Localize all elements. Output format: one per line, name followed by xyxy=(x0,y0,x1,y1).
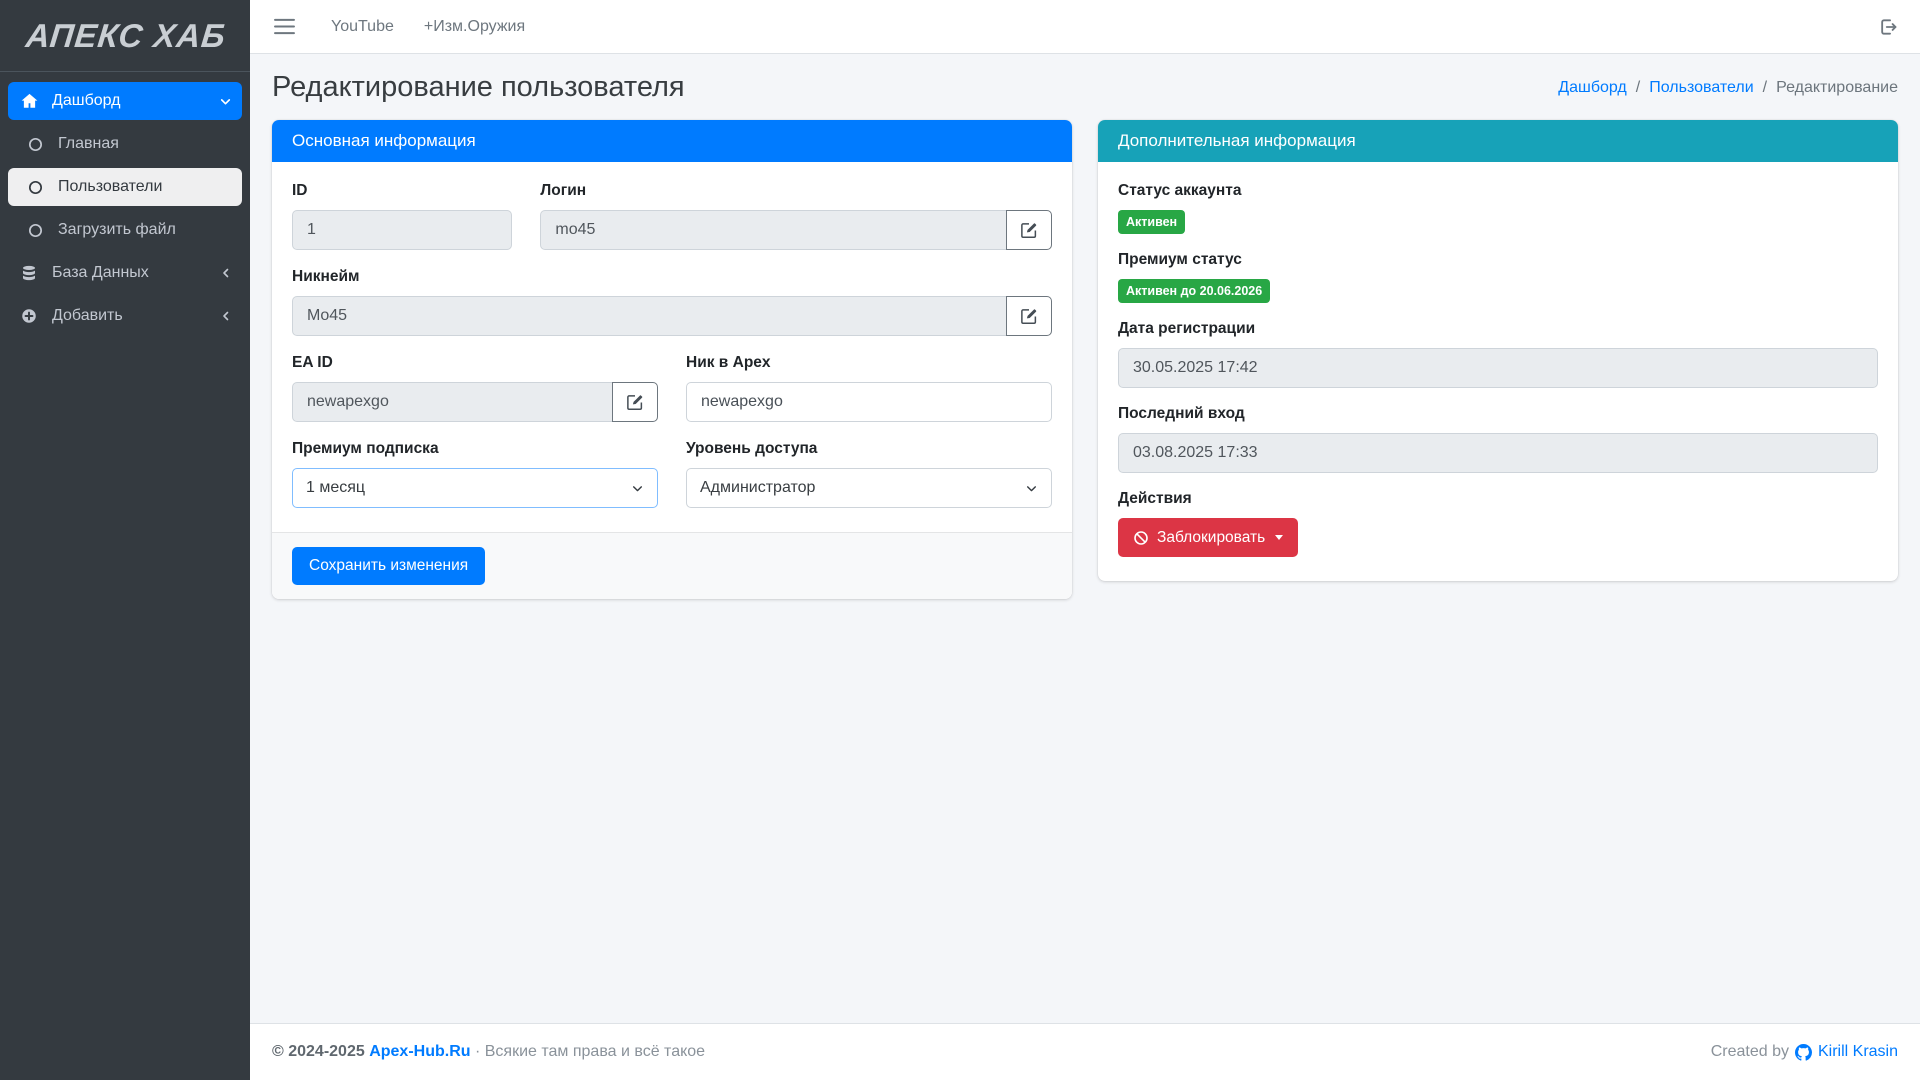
additional-info-card-header: Дополнительная информация xyxy=(1098,120,1898,162)
breadcrumb-dashboard[interactable]: Дашборд xyxy=(1558,79,1627,97)
sidebar-item-upload-file[interactable]: Загрузить файл xyxy=(8,211,242,249)
brand-logo: АПЕКС ХАБ xyxy=(24,16,228,54)
plus-circle-icon xyxy=(18,306,40,326)
edit-icon xyxy=(1021,223,1037,239)
registration-date-input xyxy=(1118,348,1878,388)
sidebar: АПЕКС ХАБ Дашборд Главная Пользователи З… xyxy=(0,0,250,1080)
block-user-button[interactable]: Заблокировать xyxy=(1118,518,1299,557)
sidebar-item-users[interactable]: Пользователи xyxy=(8,168,242,206)
sidebar-item-label: База Данных xyxy=(52,264,149,281)
account-status-badge: Активен xyxy=(1118,210,1186,234)
edit-nickname-button[interactable] xyxy=(1006,296,1052,336)
access-level-label: Уровень доступа xyxy=(686,440,818,457)
github-icon xyxy=(1794,1043,1812,1061)
circle-icon xyxy=(24,134,46,154)
premium-status-label: Премиум статус xyxy=(1118,251,1242,268)
top-navbar: YouTube +Изм.Оружия xyxy=(250,0,1920,54)
sidebar-item-dashboard[interactable]: Дашборд xyxy=(8,82,242,120)
site-link[interactable]: Apex-Hub.Ru xyxy=(369,1043,470,1060)
chevron-down-icon xyxy=(631,482,644,495)
nickname-input xyxy=(292,296,1007,336)
premium-subscription-select[interactable]: 1 месяц xyxy=(292,468,658,508)
main-info-card-footer: Сохранить изменения xyxy=(272,532,1072,599)
copyright-text: © 2024-2025 xyxy=(272,1043,365,1060)
edit-ea-id-button[interactable] xyxy=(612,382,658,422)
breadcrumb-separator: / xyxy=(1635,78,1641,96)
caret-down-icon xyxy=(1275,535,1284,540)
database-icon xyxy=(18,263,40,283)
edit-icon xyxy=(627,395,643,411)
navbar-link-youtube[interactable]: YouTube xyxy=(331,18,394,36)
premium-subscription-value: 1 месяц xyxy=(306,479,366,496)
page-title: Редактирование пользователя xyxy=(272,71,685,103)
save-button[interactable]: Сохранить изменения xyxy=(292,547,486,585)
footer-credits: Created by Kirill Krasin xyxy=(1711,1043,1898,1061)
ea-id-input xyxy=(292,382,613,422)
main-info-card-body: ID Логин xyxy=(272,162,1072,532)
block-user-label: Заблокировать xyxy=(1157,528,1266,546)
access-level-select[interactable]: Администратор xyxy=(686,468,1052,508)
ban-icon xyxy=(1133,530,1149,546)
id-label: ID xyxy=(292,182,308,199)
sidebar-item-main[interactable]: Главная xyxy=(8,125,242,163)
breadcrumb-current: Редактирование xyxy=(1776,78,1898,96)
sidebar-item-label: Главная xyxy=(58,135,119,152)
sidebar-item-label: Добавить xyxy=(52,307,123,324)
logout-icon[interactable] xyxy=(1874,13,1902,41)
main-info-card-header: Основная информация xyxy=(272,120,1072,162)
chevron-left-icon xyxy=(220,267,232,279)
brand-link[interactable]: АПЕКС ХАБ xyxy=(0,0,250,72)
menu-toggle-button[interactable] xyxy=(268,12,301,41)
breadcrumb-users[interactable]: Пользователи xyxy=(1649,79,1753,97)
home-icon xyxy=(18,91,40,111)
additional-info-card-body: Статус аккаунта Активен Премиум статус А… xyxy=(1098,162,1898,581)
footer-tagline: · Всякие там права и всё такое xyxy=(474,1043,706,1060)
circle-icon xyxy=(24,220,46,240)
last-login-label: Последний вход xyxy=(1118,405,1245,422)
content-header: Редактирование пользователя Дашборд / По… xyxy=(250,54,1920,114)
edit-login-button[interactable] xyxy=(1006,210,1052,250)
page-footer: © 2024-2025 Apex-Hub.Ru · Всякие там пра… xyxy=(250,1023,1920,1080)
chevron-down-icon xyxy=(1025,482,1038,495)
sidebar-item-label: Пользователи xyxy=(58,178,163,195)
circle-icon xyxy=(24,177,46,197)
edit-icon xyxy=(1021,309,1037,325)
registration-date-label: Дата регистрации xyxy=(1118,320,1256,337)
sidebar-item-label: Загрузить файл xyxy=(58,221,176,238)
apex-nick-label: Ник в Apex xyxy=(686,354,771,371)
author-link[interactable]: Kirill Krasin xyxy=(1818,1043,1898,1061)
sidebar-nav: Дашборд Главная Пользователи Загрузить ф… xyxy=(0,72,250,350)
app-window: АПЕКС ХАБ Дашборд Главная Пользователи З… xyxy=(0,0,1920,1080)
id-input xyxy=(292,210,513,250)
sidebar-item-add[interactable]: Добавить xyxy=(8,297,242,335)
login-label: Логин xyxy=(540,182,587,199)
main-info-card: Основная информация ID Логин xyxy=(272,120,1072,599)
chevron-down-icon xyxy=(219,95,232,108)
breadcrumb-separator: / xyxy=(1762,78,1768,96)
navbar-link-weapons[interactable]: +Изм.Оружия xyxy=(424,18,525,36)
content: Основная информация ID Логин xyxy=(250,114,1920,1023)
login-input xyxy=(540,210,1007,250)
breadcrumb: Дашборд / Пользователи / Редактирование xyxy=(1558,79,1898,97)
created-by-text: Created by xyxy=(1710,1043,1789,1060)
access-level-value: Администратор xyxy=(700,479,816,496)
footer-copyright: © 2024-2025 Apex-Hub.Ru · Всякие там пра… xyxy=(272,1043,705,1061)
additional-info-card: Дополнительная информация Статус аккаунт… xyxy=(1098,120,1898,581)
account-status-label: Статус аккаунта xyxy=(1118,182,1242,199)
main-area: YouTube +Изм.Оружия Редактирование польз… xyxy=(250,0,1920,1080)
nickname-label: Никнейм xyxy=(292,268,360,285)
chevron-left-icon xyxy=(220,310,232,322)
premium-subscription-label: Премиум подписка xyxy=(292,440,439,457)
sidebar-item-database[interactable]: База Данных xyxy=(8,254,242,292)
ea-id-label: EA ID xyxy=(292,354,333,371)
premium-status-badge: Активен до 20.06.2026 xyxy=(1118,279,1271,303)
apex-nick-input[interactable] xyxy=(686,382,1052,422)
last-login-input xyxy=(1118,433,1878,473)
sidebar-item-label: Дашборд xyxy=(52,92,121,109)
actions-label: Действия xyxy=(1118,490,1192,507)
